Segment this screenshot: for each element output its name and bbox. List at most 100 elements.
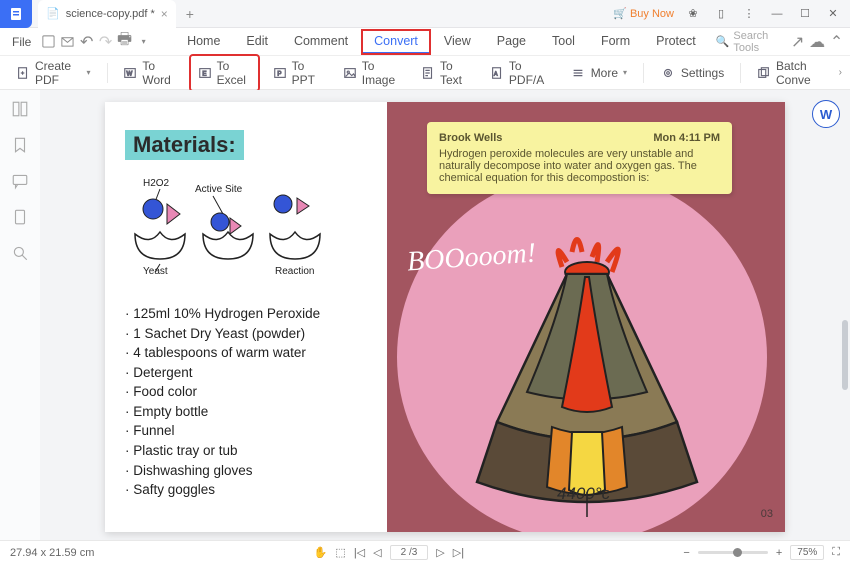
chevron-down-icon: ▾ xyxy=(87,68,91,77)
to-word-button[interactable]: W To Word xyxy=(115,55,183,91)
undo-icon[interactable]: ↶ xyxy=(79,32,94,52)
hand-tool-icon[interactable]: ✋ xyxy=(314,546,328,559)
page-right: Brook Wells Mon 4:11 PM Hydrogen peroxid… xyxy=(387,102,785,532)
tab-edit[interactable]: Edit xyxy=(234,30,280,54)
to-ppt-button[interactable]: P To PPT xyxy=(265,55,329,91)
materials-heading: Materials: xyxy=(125,130,244,160)
batch-convert-button[interactable]: Batch Conve xyxy=(749,55,837,91)
page-number: 03 xyxy=(761,508,773,520)
to-pdfa-button[interactable]: A To PDF/A xyxy=(482,55,556,91)
word-export-badge[interactable]: W xyxy=(812,100,840,128)
redo-icon[interactable]: ↷ xyxy=(98,32,113,52)
statusbar: 27.94 x 21.59 cm ✋ ⬚ |◁ ◁ 2 /3 ▷ ▷| − + … xyxy=(0,540,850,564)
chevron-down-icon[interactable]: ▾ xyxy=(136,32,151,52)
note-time: Mon 4:11 PM xyxy=(653,132,720,144)
sticky-note[interactable]: Brook Wells Mon 4:11 PM Hydrogen peroxid… xyxy=(427,122,732,194)
tab-form[interactable]: Form xyxy=(589,30,642,54)
maximize-button[interactable]: ☐ xyxy=(796,5,814,23)
overflow-chevron-icon[interactable]: › xyxy=(839,67,842,78)
tab-comment[interactable]: Comment xyxy=(282,30,360,54)
enzyme-diagram: H2O2 Active Site Yeast xyxy=(125,174,365,284)
image-icon xyxy=(343,65,357,81)
thumbnails-icon[interactable] xyxy=(11,100,29,118)
settings-button[interactable]: Settings xyxy=(652,61,732,85)
note-author: Brook Wells xyxy=(439,132,502,144)
note-text: Hydrogen peroxide molecules are very uns… xyxy=(439,148,720,184)
close-button[interactable]: ✕ xyxy=(824,5,842,23)
save-icon[interactable] xyxy=(41,32,56,52)
select-tool-icon[interactable]: ⬚ xyxy=(335,546,345,559)
first-page-icon[interactable]: |◁ xyxy=(354,546,365,559)
buy-now-link[interactable]: 🛒 Buy Now xyxy=(613,7,674,20)
text-icon xyxy=(421,65,435,81)
notification-icon[interactable]: ❀ xyxy=(684,5,702,23)
convert-toolbar: Create PDF ▾ W To Word E To Excel P To P… xyxy=(0,56,850,90)
svg-text:Active Site: Active Site xyxy=(195,184,243,195)
batch-icon xyxy=(757,65,771,81)
materials-list: 125ml 10% Hydrogen Peroxide 1 Sachet Dry… xyxy=(125,304,365,500)
zoom-slider[interactable] xyxy=(698,551,768,554)
tab-convert[interactable]: Convert xyxy=(362,30,430,54)
tab-tool[interactable]: Tool xyxy=(540,30,587,54)
vertical-scrollbar[interactable] xyxy=(842,320,848,390)
share-icon[interactable]: ↗ xyxy=(790,32,805,52)
next-page-icon[interactable]: ▷ xyxy=(436,546,444,559)
plus-doc-icon xyxy=(16,65,30,81)
word-icon: W xyxy=(123,65,137,81)
gear-icon xyxy=(660,65,676,81)
page-indicator[interactable]: 2 /3 xyxy=(390,545,429,560)
prev-page-icon[interactable]: ◁ xyxy=(373,546,381,559)
svg-text:P: P xyxy=(277,70,281,77)
comment-icon[interactable] xyxy=(11,172,29,190)
list-item: Dishwashing gloves xyxy=(125,461,365,481)
to-excel-button[interactable]: E To Excel xyxy=(190,55,259,91)
cloud-icon[interactable]: ☁ xyxy=(809,32,825,52)
pdf-page-spread: Materials: H2O2 Active Site xyxy=(105,102,785,532)
attachment-icon[interactable] xyxy=(11,208,29,226)
list-item: Safty goggles xyxy=(125,480,365,500)
tab-page[interactable]: Page xyxy=(485,30,538,54)
minimize-button[interactable]: — xyxy=(768,5,786,23)
last-page-icon[interactable]: ▷| xyxy=(453,546,464,559)
fit-page-icon[interactable]: ⛶ xyxy=(832,546,840,559)
svg-text:W: W xyxy=(127,70,133,77)
app-logo[interactable] xyxy=(0,0,32,28)
to-text-button[interactable]: To Text xyxy=(413,55,476,91)
document-tab[interactable]: 📄 science-copy.pdf * × xyxy=(38,0,176,28)
menubar: File ↶ ↷ 🖶 ▾ Home Edit Comment Convert V… xyxy=(0,28,850,56)
list-item: 1 Sachet Dry Yeast (powder) xyxy=(125,324,365,344)
search-tools[interactable]: 🔍 Search Tools xyxy=(716,30,776,54)
bookmark-icon[interactable] xyxy=(11,136,29,154)
zoom-percent[interactable]: 75% xyxy=(790,545,824,560)
tab-home[interactable]: Home xyxy=(175,30,232,54)
create-pdf-button[interactable]: Create PDF ▾ xyxy=(8,55,99,91)
collapse-icon[interactable]: ⌃ xyxy=(829,32,844,52)
svg-text:A: A xyxy=(494,71,498,77)
cart-icon: 🛒 xyxy=(613,7,627,20)
page-left: Materials: H2O2 Active Site xyxy=(105,102,385,532)
label-h2o2: H2O2 xyxy=(143,178,170,189)
list-item: Plastic tray or tub xyxy=(125,441,365,461)
user-icon[interactable]: ▯ xyxy=(712,5,730,23)
document-canvas[interactable]: W Materials: H2O2 Active Site xyxy=(40,90,850,540)
to-image-button[interactable]: To Image xyxy=(335,55,407,91)
more-button[interactable]: More ▾ xyxy=(562,61,635,85)
mail-icon[interactable] xyxy=(60,32,75,52)
list-item: Food color xyxy=(125,382,365,402)
svg-text:Reaction: Reaction xyxy=(275,266,314,277)
zoom-out-icon[interactable]: − xyxy=(683,547,689,559)
page-dimensions: 27.94 x 21.59 cm xyxy=(10,547,94,559)
search-rail-icon[interactable] xyxy=(11,244,29,262)
tab-view[interactable]: View xyxy=(432,30,483,54)
temperature-label: 4400°c xyxy=(557,484,610,504)
kebab-menu-icon[interactable]: ⋮ xyxy=(740,5,758,23)
pdf-icon: 📄 xyxy=(46,7,60,20)
print-icon[interactable]: 🖶 xyxy=(117,32,132,52)
list-item: Empty bottle xyxy=(125,402,365,422)
list-item: 125ml 10% Hydrogen Peroxide xyxy=(125,304,365,324)
zoom-in-icon[interactable]: + xyxy=(776,547,782,559)
tab-close-icon[interactable]: × xyxy=(161,7,168,21)
tab-protect[interactable]: Protect xyxy=(644,30,708,54)
file-menu[interactable]: File xyxy=(6,33,37,51)
new-tab-button[interactable]: + xyxy=(182,6,198,22)
